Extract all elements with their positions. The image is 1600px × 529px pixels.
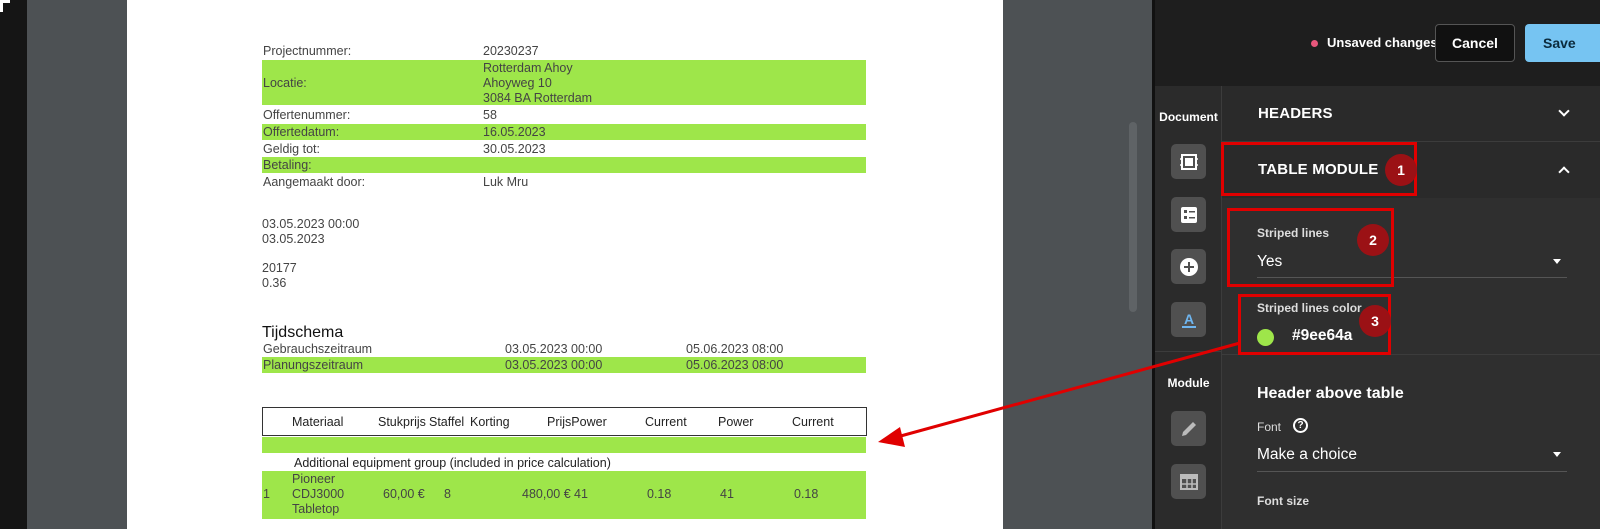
- left-edge-strip: [0, 0, 27, 529]
- table-header-row: Materiaal Stukprijs Staffel Korting Prij…: [262, 407, 867, 436]
- help-icon[interactable]: ?: [1293, 418, 1308, 433]
- schedule-row1-end: 05.06.2023 08:00: [686, 342, 784, 356]
- th-stukprijs: Stukprijs: [378, 415, 426, 429]
- preview-scrollbar[interactable]: [1129, 122, 1137, 312]
- save-button[interactable]: Save: [1525, 24, 1600, 62]
- stripe-row-betaling: [262, 157, 866, 173]
- free-line-date: 03.05.2023: [262, 232, 325, 246]
- th-korting: Korting: [470, 415, 510, 429]
- value-locatie-line3: 3084 BA Rotterdam: [483, 91, 593, 105]
- table-row1-staffel: 8: [444, 487, 451, 501]
- cancel-button[interactable]: Cancel: [1435, 24, 1515, 62]
- th-prijspower: PrijsPower: [547, 415, 607, 429]
- label-betaling: Betaling:: [263, 158, 312, 172]
- label-aangemaakt-door: Aangemaakt door:: [263, 175, 366, 189]
- caret-down-icon: [1553, 259, 1561, 264]
- table-icon[interactable]: [1171, 464, 1206, 499]
- table-row1-name-line2: CDJ3000: [292, 487, 345, 501]
- free-line-decimal: 0.36: [262, 276, 287, 290]
- unsaved-changes-label: Unsaved changes: [1327, 35, 1438, 50]
- chevron-down-icon: [1558, 105, 1570, 117]
- schedule-row1-name: Gebrauchszeitraum: [263, 342, 373, 356]
- label-offertenummer: Offertenummer:: [263, 108, 351, 122]
- value-offertenummer: 58: [483, 108, 497, 122]
- editor-topbar: Unsaved changes Cancel Save: [1155, 0, 1600, 86]
- table-row1-current-2: 0.18: [794, 487, 819, 501]
- stripe-row-offertedatum: [262, 124, 866, 140]
- schedule-heading: Tijdschema: [262, 324, 344, 341]
- table-row1-power: 41: [574, 487, 588, 501]
- section-headers[interactable]: HEADERS: [1222, 86, 1600, 142]
- table-row1-current: 0.18: [647, 487, 672, 501]
- unsaved-indicator-icon: [1311, 40, 1318, 47]
- table-row1-power-2: 41: [720, 487, 734, 501]
- layout-icon[interactable]: [1171, 144, 1206, 179]
- font-select[interactable]: Make a choice: [1257, 446, 1357, 464]
- value-projectnummer: 20230237: [483, 44, 539, 58]
- table-row1-name-line1: Pioneer: [292, 472, 336, 486]
- th-materiaal: Materiaal: [292, 415, 344, 429]
- settings-rail: Document A Module: [1155, 86, 1222, 529]
- svg-text:A: A: [1183, 311, 1193, 327]
- annotation-badge-1: 1: [1385, 154, 1417, 186]
- app-root: { "document": { "info_rows": [ {"label":…: [0, 0, 1600, 529]
- rail-divider: [1155, 351, 1222, 352]
- pencil-icon[interactable]: [1171, 411, 1206, 446]
- free-line-datetime: 03.05.2023 00:00: [262, 217, 360, 231]
- add-icon[interactable]: [1171, 249, 1206, 284]
- schedule-row2-name: Planungszeitraum: [263, 358, 364, 372]
- annotation-badge-2: 2: [1357, 224, 1389, 256]
- schedule-row2-end: 05.06.2023 08:00: [686, 358, 784, 372]
- th-power: Power: [718, 415, 754, 429]
- value-geldig-tot: 30.05.2023: [483, 142, 546, 156]
- value-locatie-line2: Ahoyweg 10: [483, 76, 552, 90]
- text-color-icon[interactable]: A: [1171, 302, 1206, 337]
- table-row1-index: 1: [263, 487, 270, 501]
- document-page: Projectnummer: 20230237 Locatie: Rotterd…: [127, 0, 1003, 529]
- label-projectnummer: Projectnummer:: [263, 44, 352, 58]
- th-staffel: Staffel: [429, 415, 465, 429]
- list-icon[interactable]: [1171, 197, 1206, 232]
- label-locatie: Locatie:: [263, 76, 307, 90]
- window-corner-icon: [0, 0, 10, 12]
- table-group-label: Additional equipment group (included in …: [294, 456, 611, 470]
- annotation-badge-3: 3: [1359, 305, 1391, 337]
- schedule-row1-start: 03.05.2023 00:00: [505, 342, 603, 356]
- table-row1-name-line3: Tabletop: [292, 502, 340, 516]
- th-current-2: Current: [792, 415, 834, 429]
- table-row1-price: 480,00 €: [522, 487, 571, 501]
- rail-document-label: Document: [1159, 110, 1218, 124]
- rail-module-label: Module: [1167, 376, 1210, 390]
- font-size-label: Font size: [1257, 494, 1310, 508]
- font-label: Font: [1257, 420, 1282, 434]
- section-headers-title: HEADERS: [1258, 105, 1333, 122]
- caret-down-icon: [1553, 452, 1561, 457]
- value-aangemaakt-door: Luk Mru: [483, 175, 529, 189]
- value-locatie-line1: Rotterdam Ahoy: [483, 61, 573, 75]
- header-above-table-title: Header above table: [1257, 385, 1404, 402]
- label-geldig-tot: Geldig tot:: [263, 142, 320, 156]
- th-current: Current: [645, 415, 687, 429]
- label-offertedatum: Offertedatum:: [263, 125, 340, 139]
- schedule-row2-start: 03.05.2023 00:00: [505, 358, 603, 372]
- stripe-table-empty-row: [262, 437, 866, 453]
- table-row1-unit-price: 60,00 €: [383, 487, 425, 501]
- font-select-underline: [1257, 471, 1567, 472]
- value-offertedatum: 16.05.2023: [483, 125, 546, 139]
- free-line-number: 20177: [262, 261, 297, 275]
- document-preview[interactable]: Projectnummer: 20230237 Locatie: Rotterd…: [27, 0, 1152, 529]
- chevron-up-icon: [1558, 166, 1570, 178]
